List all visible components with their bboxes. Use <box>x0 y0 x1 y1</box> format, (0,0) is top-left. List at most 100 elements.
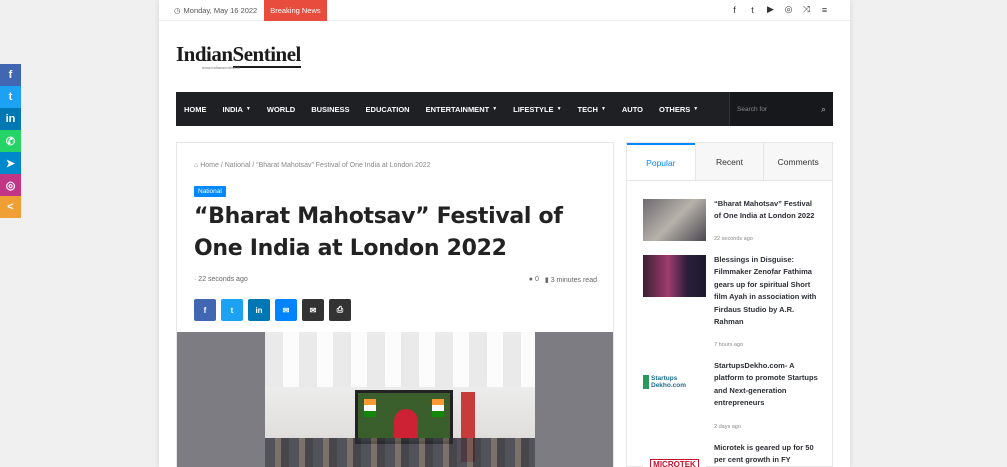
post-time: 2 days ago <box>714 424 741 430</box>
post-title[interactable]: Microtek is geared up for 50 per cent gr… <box>714 442 818 467</box>
nav-item-label: ENTERTAINMENT <box>425 104 490 114</box>
ceiling-lights <box>265 332 535 387</box>
read-time: ▮ 3 minutes read <box>545 276 597 284</box>
breaking-news-label[interactable]: Breaking News <box>264 0 327 21</box>
breadcrumb: ⌂ Home / National / “Bharat Mahotsav” Fe… <box>194 162 431 169</box>
linkedin-icon[interactable]: in <box>0 108 21 130</box>
nav-item-label: BUSINESS <box>311 104 350 114</box>
nav-item-auto[interactable]: AUTO <box>614 92 651 126</box>
nav-item-home[interactable]: HOME <box>176 92 215 126</box>
menu-icon[interactable]: ≡ <box>819 4 830 15</box>
nav-items: HOME INDIA ▼ WORLD BUSINESS EDUCATION ENTERTAI… <box>176 92 706 126</box>
nav-item-label: HOME <box>184 104 207 114</box>
print-share-button[interactable]: ⎙ <box>329 299 351 321</box>
startupsdekho-logo: Startups Dekho.com <box>643 375 706 389</box>
post-title[interactable]: “Bharat Mahotsav” Festival of One India … <box>714 198 818 223</box>
microtek-logo: MICROTEK <box>650 458 699 467</box>
book-icon: ▮ <box>544 277 549 284</box>
read-time-text: 3 minutes read <box>550 277 597 284</box>
facebook-icon[interactable]: f <box>0 64 21 86</box>
tab-recent[interactable]: Recent <box>694 143 764 180</box>
linkedin-share-button[interactable]: in <box>248 299 270 321</box>
post-meta: ● 0 ▮ 3 minutes read <box>529 276 597 284</box>
random-icon[interactable]: ⤨ <box>801 4 812 15</box>
post-time-text: 22 seconds ago <box>198 276 248 283</box>
email-icon: ✉ <box>309 305 317 315</box>
featured-image[interactable] <box>177 332 613 467</box>
print-icon: ⎙ <box>336 305 344 314</box>
telegram-icon[interactable]: ➤ <box>0 152 21 174</box>
post-thumbnail[interactable]: MICROTEK <box>643 443 706 467</box>
instagram-icon[interactable]: ◎ <box>0 174 21 196</box>
post-title[interactable]: StartupsDekho.com- A platform to promote… <box>714 360 818 410</box>
nav-item-entertainment[interactable]: ENTERTAINMENT ▼ <box>418 92 506 126</box>
search-input[interactable] <box>737 105 817 113</box>
nav-item-world[interactable]: WORLD <box>259 92 303 126</box>
category-badge[interactable]: National <box>194 186 226 197</box>
comments-count[interactable]: ● 0 <box>529 276 539 284</box>
clock-icon: · <box>194 276 197 283</box>
current-date: ◷ Monday, May 16 2022 <box>174 6 257 15</box>
nav-item-label: OTHERS <box>659 104 691 114</box>
nav-item-label: EDUCATION <box>365 104 410 114</box>
facebook-share-button[interactable]: f <box>194 299 216 321</box>
messenger-icon: ✉ <box>282 305 290 315</box>
post-thumbnail[interactable] <box>643 199 706 241</box>
breadcrumb-home[interactable]: Home <box>200 162 219 169</box>
video-screen <box>355 390 453 444</box>
nav-item-label: WORLD <box>266 104 296 114</box>
nav-item-tech[interactable]: TECH ▼ <box>570 92 614 126</box>
nav-item-india[interactable]: INDIA ▼ <box>215 92 259 126</box>
post-time: · 22 seconds ago <box>194 276 248 283</box>
nav-item-business[interactable]: BUSINESS <box>303 92 357 126</box>
share-icon[interactable]: < <box>0 196 21 218</box>
audience <box>265 438 535 467</box>
search-icon[interactable]: ⌕ <box>821 104 826 115</box>
email-share-button[interactable]: ✉ <box>302 299 324 321</box>
instagram-icon[interactable]: ◎ <box>783 4 794 15</box>
comment-icon: ● <box>528 276 534 283</box>
nav-item-label: INDIA <box>222 104 243 114</box>
date-text: Monday, May 16 2022 <box>183 5 258 15</box>
post-thumbnail[interactable]: Startups Dekho.com <box>643 361 706 403</box>
sidebar-widget: Popular Recent Comments “Bharat Mahotsav… <box>626 142 833 467</box>
tab-popular[interactable]: Popular <box>627 143 695 180</box>
main-navigation: HOME INDIA ▼ WORLD BUSINESS EDUCATION ENTERTAI… <box>176 92 833 126</box>
comments-number: 0 <box>534 276 539 283</box>
nav-search: ⌕ <box>729 92 833 126</box>
whatsapp-icon[interactable]: ✆ <box>0 130 21 152</box>
logo-text-sentinel: Sentinel <box>232 42 301 68</box>
tab-comments[interactable]: Comments <box>763 143 833 180</box>
top-bar: ◷ Monday, May 16 2022 Breaking News f t … <box>159 0 850 21</box>
youtube-icon[interactable]: ▶ <box>765 4 776 15</box>
floating-share-bar: f t in ✆ ➤ ◎ < <box>0 64 21 218</box>
twitter-share-button[interactable]: t <box>221 299 243 321</box>
chevron-down-icon: ▼ <box>245 106 251 112</box>
chevron-down-icon: ▼ <box>492 106 498 112</box>
logo-text-indian: Indian <box>176 42 233 66</box>
nav-item-label: AUTO <box>621 104 644 114</box>
nav-item-lifestyle[interactable]: LIFESTYLE ▼ <box>505 92 569 126</box>
nav-item-education[interactable]: EDUCATION <box>358 92 418 126</box>
site-logo[interactable]: IndianSentinel www.indiansentinel.in <box>176 42 301 70</box>
twitter-icon[interactable]: t <box>747 4 758 15</box>
home-icon: ⌂ <box>194 162 199 169</box>
linkedin-icon: in <box>255 305 263 315</box>
post-title[interactable]: Blessings in Disguise: Filmmaker Zenofar… <box>714 254 818 328</box>
page-wrapper: ◷ Monday, May 16 2022 Breaking News f t … <box>159 0 850 467</box>
top-social-links: f t ▶ ◎ ⤨ ≡ <box>729 4 830 15</box>
clock-icon: ◷ <box>174 5 181 15</box>
messenger-share-button[interactable]: ✉ <box>275 299 297 321</box>
twitter-icon[interactable]: t <box>0 86 21 108</box>
nav-item-label: TECH <box>577 104 598 114</box>
post-time: 7 hours ago <box>714 342 744 348</box>
nav-item-others[interactable]: OTHERS ▼ <box>651 92 706 126</box>
article-card: ⌂ Home / National / “Bharat Mahotsav” Fe… <box>176 142 614 467</box>
post-thumbnail[interactable] <box>643 255 706 297</box>
chevron-down-icon: ▼ <box>600 106 606 112</box>
twitter-icon: t <box>230 305 234 315</box>
nav-item-label: LIFESTYLE <box>513 104 554 114</box>
facebook-icon[interactable]: f <box>729 4 740 15</box>
widget-tabs: Popular Recent Comments <box>627 143 833 181</box>
breadcrumb-section[interactable]: National <box>225 162 251 169</box>
